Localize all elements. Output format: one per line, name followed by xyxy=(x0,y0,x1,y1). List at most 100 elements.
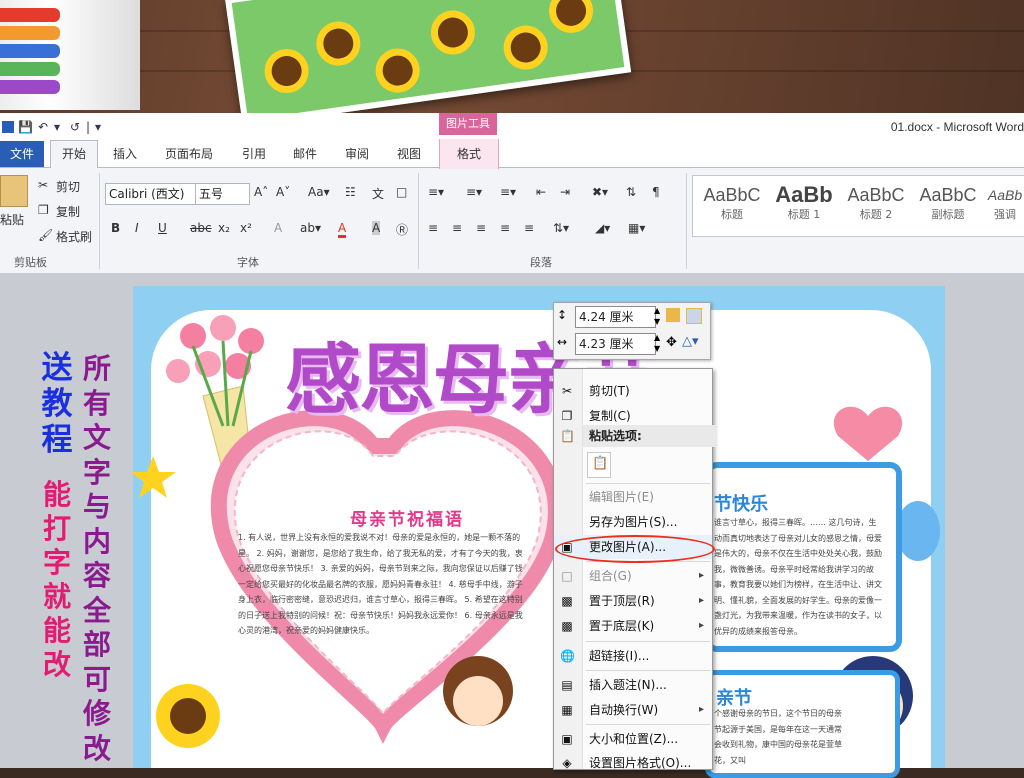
style-heading-1[interactable]: AaBb 标题 1 xyxy=(769,182,839,230)
font-size-combo[interactable]: 五号 xyxy=(195,183,250,205)
menu-bring-to-front[interactable]: ▩ 置于顶层(R) ▸ xyxy=(554,589,712,613)
separator-icon: | xyxy=(86,120,91,134)
quick-access-toolbar: 💾 ↶ ▾ ↺ | ▾ 01.docx - Microsoft Word xyxy=(0,113,1024,139)
distributed-icon[interactable]: ≡ xyxy=(524,221,534,235)
style-title[interactable]: AaBbC 标题 xyxy=(697,182,767,230)
tab-home[interactable]: 开始 xyxy=(50,140,98,168)
superscript-icon[interactable]: x² xyxy=(240,221,252,235)
style-heading-2[interactable]: AaBbC 标题 2 xyxy=(841,182,911,230)
tab-mailings[interactable]: 邮件 xyxy=(293,145,317,162)
menu-insert-caption[interactable]: ▤ 插入题注(N)... xyxy=(554,673,712,697)
paste-button[interactable]: 粘贴 xyxy=(0,211,24,228)
cut-button[interactable]: 剪切 xyxy=(56,178,80,195)
tab-view[interactable]: 视图 xyxy=(397,145,421,162)
copy-icon[interactable]: ❐ xyxy=(38,203,49,217)
menu-edit-picture[interactable]: 编辑图片(E) xyxy=(554,485,712,509)
align-right-icon[interactable]: ≡ xyxy=(476,221,486,235)
rotate-icon[interactable]: △▾ xyxy=(682,334,699,349)
picture-size-toolbar: ↕ 4.24 厘米 ▲ ▼ ↔ 4.23 厘米 ▲ ▼ ✥ △▾ xyxy=(553,302,711,360)
group-icon: □ xyxy=(561,569,573,583)
highlight-icon[interactable]: ab▾ xyxy=(300,221,321,235)
width-spinner-icon[interactable]: ▲ ▼ xyxy=(654,332,660,354)
save-icon[interactable]: 💾 xyxy=(18,120,33,134)
chinese-layout-icon[interactable]: ✖▾ xyxy=(592,185,608,199)
height-spinner-icon[interactable]: ▲ ▼ xyxy=(654,305,660,327)
crop-icon[interactable]: ✥ xyxy=(666,335,677,350)
tab-review[interactable]: 审阅 xyxy=(345,145,369,162)
bring-forward-icon[interactable] xyxy=(666,308,680,322)
menu-group[interactable]: □ 组合(G) ▸ xyxy=(554,564,712,588)
show-marks-icon[interactable]: ¶ xyxy=(652,185,660,199)
menu-send-to-back[interactable]: ▩ 置于底层(K) ▸ xyxy=(554,614,712,638)
submenu-arrow-icon: ▸ xyxy=(698,704,704,715)
char-shading-icon[interactable]: A xyxy=(372,221,381,235)
increase-indent-icon[interactable]: ⇥ xyxy=(560,185,570,199)
borders-icon[interactable]: ▦▾ xyxy=(628,221,645,235)
clipboard-group-label: 剪贴板 xyxy=(14,256,47,269)
right-panel-title: 节快乐 xyxy=(714,494,768,515)
clear-format-icon[interactable]: ☷ xyxy=(345,185,356,199)
style-subtitle[interactable]: AaBbC 副标题 xyxy=(913,182,983,230)
subscript-icon[interactable]: x₂ xyxy=(218,221,230,235)
sort-icon[interactable]: ⇅ xyxy=(626,185,636,199)
promo-text-typing: 能打字就能改 xyxy=(42,478,71,681)
printed-poster-image xyxy=(224,0,632,113)
menu-cut[interactable]: ✂ 剪切(T) xyxy=(554,379,712,403)
tab-insert[interactable]: 插入 xyxy=(113,145,137,162)
justify-icon[interactable]: ≡ xyxy=(500,221,510,235)
enclose-char-icon[interactable]: Ⓡ xyxy=(396,221,408,238)
copy-button[interactable]: 复制 xyxy=(56,203,80,220)
shrink-font-icon[interactable]: A˅ xyxy=(276,185,290,199)
word-app-icon[interactable] xyxy=(2,121,14,133)
underline-icon[interactable]: U xyxy=(158,221,167,235)
cut-icon[interactable]: ✂ xyxy=(38,178,48,192)
window-title: 01.docx - Microsoft Word xyxy=(890,120,1024,134)
italic-icon[interactable]: I xyxy=(135,221,139,235)
phonetic-guide-icon[interactable]: 文 xyxy=(372,185,384,202)
change-case-icon[interactable]: Aa▾ xyxy=(308,185,330,199)
menu-change-picture[interactable]: ▣ 更改图片(A)... xyxy=(554,535,712,559)
height-input[interactable]: 4.24 厘米 xyxy=(575,306,656,328)
redo-icon[interactable]: ↺ xyxy=(70,120,80,134)
multilevel-list-icon[interactable]: ≡▾ xyxy=(500,185,516,199)
format-painter-icon[interactable]: 🖌 xyxy=(38,228,53,242)
line-spacing-icon[interactable]: ⇅▾ xyxy=(553,221,569,235)
grow-font-icon[interactable]: A˄ xyxy=(254,185,268,199)
menu-size-position[interactable]: ▣ 大小和位置(Z)... xyxy=(554,727,712,751)
tab-layout[interactable]: 页面布局 xyxy=(165,145,213,162)
wrap-text-icon: ▦ xyxy=(561,703,573,717)
styles-gallery: AaBbC 标题 AaBb 标题 1 AaBbC 标题 2 AaBbC 副标题 AaBb… xyxy=(692,175,1024,237)
width-input[interactable]: 4.23 厘米 xyxy=(575,333,656,355)
tab-references[interactable]: 引用 xyxy=(242,145,266,162)
font-name-combo[interactable]: Calibri (西文) xyxy=(105,183,196,205)
align-center-icon[interactable]: ≡ xyxy=(452,221,462,235)
style-emphasis[interactable]: AaBb 强调 xyxy=(985,182,1024,230)
font-color-icon[interactable]: A xyxy=(338,221,347,238)
text-effect-icon[interactable]: A xyxy=(274,221,282,235)
format-painter-button[interactable]: 格式刷 xyxy=(56,228,92,245)
undo-icon[interactable]: ↶ xyxy=(38,120,48,134)
paste-icon[interactable] xyxy=(0,175,28,207)
copy-icon: ❐ xyxy=(561,409,573,423)
bullets-icon[interactable]: ≡▾ xyxy=(428,185,444,199)
caption-icon: ▤ xyxy=(561,678,573,692)
chevron-down-icon[interactable]: ▾ xyxy=(54,120,60,134)
customize-qat-icon[interactable]: ▾ xyxy=(95,120,101,134)
strikethrough-icon[interactable]: abc xyxy=(190,221,212,235)
menu-format-picture[interactable]: ◈ 设置图片格式(O)... xyxy=(554,751,712,775)
align-left-icon[interactable]: ≡ xyxy=(428,221,438,235)
decrease-indent-icon[interactable]: ⇤ xyxy=(536,185,546,199)
menu-wrap-text[interactable]: ▦ 自动换行(W) ▸ xyxy=(554,698,712,722)
tab-picture-format[interactable]: 格式 xyxy=(439,139,499,169)
bold-icon[interactable]: B xyxy=(111,221,120,235)
send-backward-icon[interactable] xyxy=(686,308,702,324)
paste-keep-format-button[interactable]: 📋 xyxy=(587,452,611,478)
desk-photo-background xyxy=(0,0,1024,113)
menu-save-as-picture[interactable]: 另存为图片(S)... xyxy=(554,510,712,534)
globe-icon: 🌐 xyxy=(560,649,575,663)
char-border-icon[interactable]: □ xyxy=(396,185,407,199)
shading-icon[interactable]: ◢▾ xyxy=(595,221,610,235)
tab-file[interactable]: 文件 xyxy=(0,141,44,167)
numbering-icon[interactable]: ≡▾ xyxy=(466,185,482,199)
menu-hyperlink[interactable]: 🌐 超链接(I)... xyxy=(554,644,712,668)
